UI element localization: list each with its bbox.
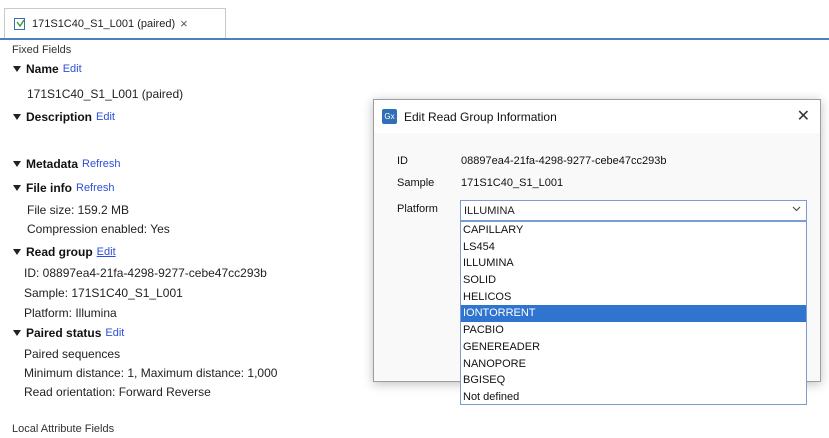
name-value: 171S1C40_S1_L001 (paired)	[27, 87, 184, 101]
local-attribute-fields-heading: Local Attribute Fields	[12, 423, 115, 435]
platform-option[interactable]: SOLID	[461, 272, 806, 289]
description-section: Description Edit	[10, 110, 115, 124]
platform-option[interactable]: CAPILLARY	[461, 222, 806, 239]
paired-status-label: Paired status	[26, 326, 102, 340]
collapse-triangle-icon[interactable]	[13, 161, 21, 167]
chevron-down-icon[interactable]	[792, 204, 801, 212]
platform-option[interactable]: LS454	[461, 239, 806, 256]
platform-option[interactable]: NANOPORE	[461, 356, 806, 373]
platform-selected-value: ILLUMINA	[464, 204, 515, 217]
collapse-triangle-icon[interactable]	[13, 114, 21, 120]
paired-sequences: Paired sequences	[24, 347, 121, 361]
sample-label: Sample	[397, 177, 435, 189]
platform-option[interactable]: Not defined	[461, 389, 806, 406]
collapse-triangle-icon[interactable]	[13, 185, 21, 191]
file-info-label: File info	[26, 181, 72, 195]
sample-value: 171S1C40_S1_L001	[461, 177, 564, 189]
compression-status: Compression enabled: Yes	[27, 222, 170, 236]
app-logo-icon: Gx	[382, 109, 397, 124]
tab-bar: 171S1C40_S1_L001 (paired) ×	[0, 0, 829, 40]
platform-select[interactable]: ILLUMINA	[460, 200, 807, 221]
platform-option[interactable]: GENEREADER	[461, 339, 806, 356]
name-label: Name	[26, 62, 59, 76]
collapse-triangle-icon[interactable]	[13, 66, 21, 72]
read-group-platform: Platform: Illumina	[24, 306, 117, 320]
platform-option[interactable]: HELICOS	[461, 289, 806, 306]
file-size: File size: 159.2 MB	[27, 203, 130, 217]
paired-status-edit-link[interactable]: Edit	[105, 327, 124, 339]
read-group-edit-link[interactable]: Edit	[97, 246, 116, 258]
read-group-label: Read group	[26, 245, 93, 259]
dialog-title-bar[interactable]: Gx Edit Read Group Information ✕	[374, 100, 820, 133]
file-info-section: File info Refresh	[10, 181, 115, 195]
platform-label: Platform	[397, 203, 438, 215]
paired-distance: Minimum distance: 1, Maximum distance: 1…	[24, 366, 278, 380]
description-edit-link[interactable]: Edit	[96, 111, 115, 123]
platform-option[interactable]: ILLUMINA	[461, 255, 806, 272]
metadata-section: Metadata Refresh	[10, 157, 121, 171]
edit-read-group-dialog: Gx Edit Read Group Information ✕ ID 0889…	[373, 99, 821, 405]
metadata-label: Metadata	[26, 157, 79, 171]
read-orientation: Read orientation: Forward Reverse	[24, 385, 211, 399]
collapse-triangle-icon[interactable]	[13, 249, 21, 255]
description-label: Description	[26, 110, 93, 124]
platform-options-list: CAPILLARY LS454 ILLUMINA SOLID HELICOS IONTOR…	[460, 221, 807, 405]
dialog-title: Edit Read Group Information	[404, 109, 557, 124]
collapse-triangle-icon[interactable]	[13, 330, 21, 336]
name-edit-link[interactable]: Edit	[63, 63, 82, 75]
read-group-id: ID: 08897ea4-21fa-4298-9277-cebe47cc293b	[24, 266, 267, 280]
platform-option[interactable]: PACBIO	[461, 322, 806, 339]
read-group-sample: Sample: 171S1C40_S1_L001	[24, 286, 183, 300]
fixed-fields-heading: Fixed Fields	[12, 44, 72, 56]
close-tab-icon[interactable]: ×	[180, 16, 188, 31]
tab-title: 171S1C40_S1_L001 (paired)	[32, 17, 176, 30]
id-label: ID	[397, 155, 408, 167]
file-info-refresh-link[interactable]: Refresh	[76, 182, 115, 194]
platform-option[interactable]: IONTORRENT	[461, 305, 806, 323]
id-value: 08897ea4-21fa-4298-9277-cebe47cc293b	[461, 155, 667, 167]
sequence-list-icon	[13, 17, 27, 31]
name-section: Name Edit	[10, 62, 82, 76]
paired-status-section: Paired status Edit	[10, 326, 124, 340]
metadata-refresh-link[interactable]: Refresh	[82, 158, 121, 170]
platform-option[interactable]: BGISEQ	[461, 372, 806, 389]
tab-sequence-list[interactable]: 171S1C40_S1_L001 (paired) ×	[4, 8, 226, 38]
close-icon[interactable]: ✕	[797, 106, 810, 126]
read-group-section: Read group Edit	[10, 245, 116, 259]
